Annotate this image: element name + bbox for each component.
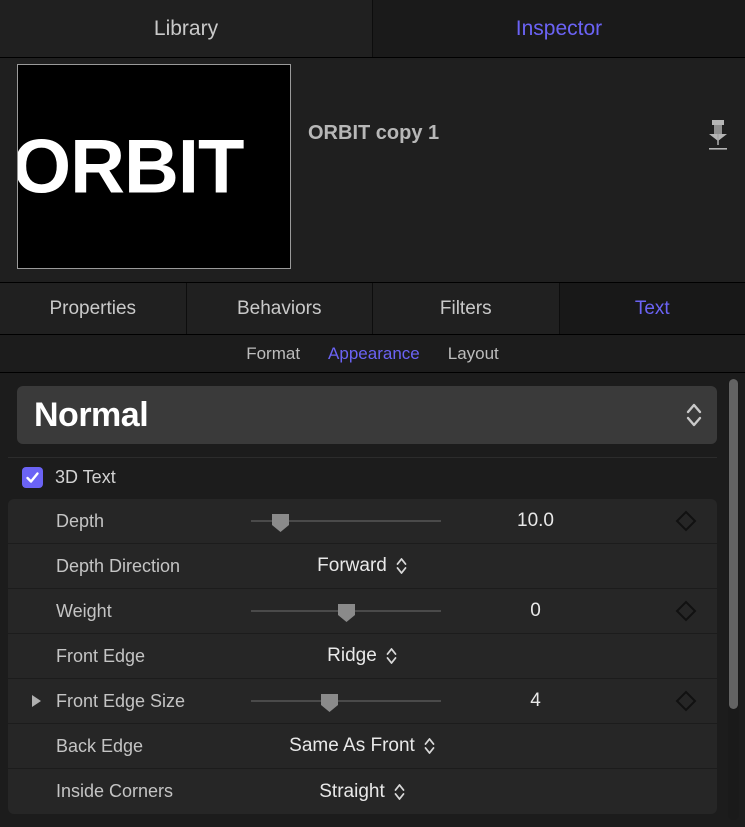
subtab-appearance[interactable]: Appearance bbox=[328, 344, 420, 364]
row-depth-label: Depth bbox=[56, 510, 105, 531]
row-inside-corners[interactable]: Inside Corners Straight bbox=[8, 769, 717, 814]
blend-mode-select[interactable]: Normal bbox=[17, 386, 717, 444]
row-inside-corners-value: Straight bbox=[319, 780, 385, 802]
tab-inspector-label: Inspector bbox=[515, 16, 603, 40]
slider-handle[interactable] bbox=[320, 693, 339, 713]
row-front-edge-size-value[interactable]: 4 bbox=[448, 690, 623, 712]
row-front-edge[interactable]: Front Edge Ridge bbox=[8, 634, 717, 679]
tab-inspector[interactable]: Inspector bbox=[373, 0, 745, 57]
pin-icon[interactable] bbox=[704, 118, 732, 152]
row-front-edge-size[interactable]: Front Edge Size 4 bbox=[8, 679, 717, 724]
keyframe-diamond-icon[interactable] bbox=[675, 510, 697, 532]
row-front-edge-size-label: Front Edge Size bbox=[56, 690, 186, 711]
row-weight-label: Weight bbox=[56, 600, 112, 621]
layer-preview-thumbnail[interactable]: ORBIT bbox=[17, 64, 291, 269]
row-front-edge-popup[interactable]: Ridge bbox=[8, 645, 717, 667]
up-down-chevron-icon bbox=[424, 738, 435, 754]
row-weight-value[interactable]: 0 bbox=[448, 600, 623, 622]
subtab-format[interactable]: Format bbox=[246, 344, 300, 364]
scrollbar-thumb[interactable] bbox=[729, 379, 738, 709]
slider-handle[interactable] bbox=[271, 513, 290, 533]
slider-track bbox=[251, 700, 441, 702]
tab-filters-label: Filters bbox=[439, 297, 492, 319]
tab-properties-label: Properties bbox=[49, 297, 137, 319]
page-title: ORBIT copy 1 bbox=[308, 122, 440, 144]
tab-properties[interactable]: Properties bbox=[0, 283, 187, 334]
3d-text-checkbox[interactable] bbox=[22, 466, 43, 488]
row-front-edge-size-slider[interactable] bbox=[251, 689, 441, 713]
inspector-header: ORBIT ORBIT copy 1 bbox=[0, 58, 745, 283]
row-depth-direction-value: Forward bbox=[317, 555, 387, 576]
checkmark-icon bbox=[26, 471, 39, 483]
sub-tab-bar: Format Appearance Layout bbox=[0, 335, 745, 373]
main-tab-bar: Library Inspector bbox=[0, 0, 745, 58]
row-depth-direction[interactable]: Depth Direction Forward bbox=[8, 544, 717, 589]
subtab-layout[interactable]: Layout bbox=[448, 344, 499, 364]
tab-filters[interactable]: Filters bbox=[373, 283, 560, 334]
row-front-edge-value: Ridge bbox=[327, 645, 377, 666]
keyframe-diamond-icon[interactable] bbox=[675, 600, 697, 622]
slider-handle[interactable] bbox=[337, 603, 356, 623]
row-back-edge[interactable]: Back Edge Same As Front bbox=[8, 724, 717, 769]
row-back-edge-popup[interactable]: Same As Front bbox=[8, 735, 717, 757]
up-down-chevron-icon bbox=[686, 403, 702, 427]
blend-mode-value: Normal bbox=[34, 395, 149, 434]
keyframe-diamond-icon[interactable] bbox=[675, 690, 697, 712]
3d-text-label: 3D Text bbox=[55, 466, 116, 487]
row-inside-corners-popup[interactable]: Straight bbox=[8, 781, 717, 803]
3d-text-row[interactable]: 3D Text bbox=[0, 458, 745, 496]
tab-text-label: Text bbox=[634, 297, 670, 319]
up-down-chevron-icon bbox=[394, 783, 405, 800]
row-depth-slider[interactable] bbox=[251, 509, 441, 533]
panel-scrollbar[interactable] bbox=[728, 379, 739, 820]
appearance-panel: Normal 3D Text Depth 10.0 Depth Directio… bbox=[0, 373, 745, 824]
row-weight-slider[interactable] bbox=[251, 599, 441, 623]
tab-behaviors[interactable]: Behaviors bbox=[186, 283, 373, 334]
disclosure-triangle-icon[interactable] bbox=[32, 695, 41, 707]
row-depth-value[interactable]: 10.0 bbox=[448, 510, 623, 532]
row-depth[interactable]: Depth 10.0 bbox=[8, 499, 717, 544]
up-down-chevron-icon bbox=[386, 648, 397, 664]
tab-behaviors-label: Behaviors bbox=[237, 297, 322, 319]
parameter-rows: Depth 10.0 Depth Direction Forward Weigh… bbox=[8, 499, 717, 814]
row-depth-direction-popup[interactable]: Forward bbox=[8, 555, 717, 577]
up-down-chevron-icon bbox=[396, 558, 407, 574]
row-weight[interactable]: Weight 0 bbox=[8, 589, 717, 634]
tab-library[interactable]: Library bbox=[0, 0, 373, 57]
tab-library-label: Library bbox=[153, 16, 219, 40]
section-tab-bar: Properties Behaviors Filters Text bbox=[0, 283, 745, 335]
tab-text[interactable]: Text bbox=[559, 283, 745, 334]
row-back-edge-value: Same As Front bbox=[289, 735, 415, 756]
preview-text: ORBIT bbox=[17, 124, 244, 209]
